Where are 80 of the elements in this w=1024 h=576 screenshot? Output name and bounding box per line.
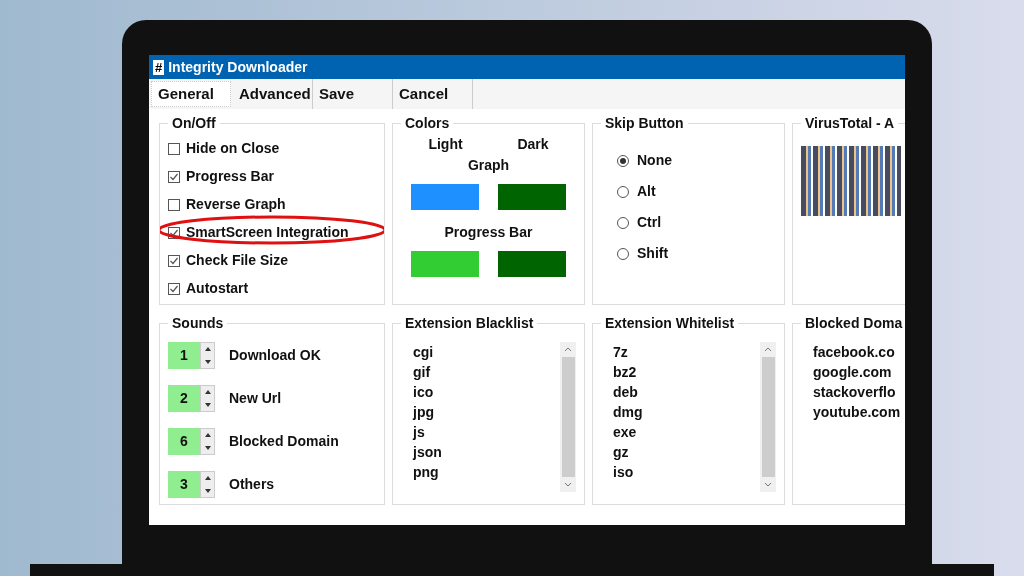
group-title: Sounds	[171, 314, 225, 333]
checkbox[interactable]	[168, 198, 180, 211]
list-item[interactable]: cgi	[413, 342, 560, 362]
list-item[interactable]: jpg	[413, 402, 560, 422]
scroll-up-icon[interactable]	[564, 347, 572, 352]
color-group-label: Graph	[467, 156, 510, 175]
color-swatch[interactable]	[410, 184, 479, 210]
spin-up-icon[interactable]	[204, 347, 211, 352]
list-item[interactable]: exe	[613, 422, 760, 442]
radio-label[interactable]: Shift	[637, 243, 669, 264]
group-title: Extension Whitelist	[604, 314, 736, 333]
scroll-down-icon[interactable]	[564, 482, 572, 487]
list-item[interactable]: js	[413, 422, 560, 442]
spinner-value: 2	[179, 389, 189, 408]
tab[interactable]: Cancel	[393, 79, 473, 109]
app-icon: #	[153, 59, 165, 75]
list-item[interactable]: youtube.com	[813, 402, 905, 422]
list-item[interactable]: gif	[413, 362, 560, 382]
spin-down-icon[interactable]	[204, 488, 211, 493]
checkbox-label[interactable]: Autostart	[186, 278, 249, 299]
group-title: Skip Button	[604, 114, 685, 133]
window-title: Integrity Downloader	[168, 57, 308, 77]
number-spinner[interactable]: 3	[168, 471, 215, 498]
list-item[interactable]: facebook.co	[813, 342, 905, 362]
tab[interactable]: Save	[313, 79, 393, 109]
group-title: Blocked Doma	[804, 314, 904, 333]
sound-label: New Url	[229, 389, 282, 408]
number-spinner[interactable]: 6	[168, 428, 215, 455]
list-item[interactable]: bz2	[613, 362, 760, 382]
list-item[interactable]: json	[413, 442, 560, 462]
scroll-up-icon[interactable]	[764, 347, 772, 352]
list-item[interactable]: png	[413, 462, 560, 482]
checkbox-label[interactable]: Progress Bar	[186, 166, 274, 187]
group-title: Extension Blacklist	[404, 314, 535, 333]
color-swatch[interactable]	[498, 184, 567, 210]
list-item[interactable]: deb	[613, 382, 760, 402]
radio-label[interactable]: Alt	[637, 181, 656, 202]
radio-label[interactable]: None	[637, 150, 672, 171]
color-swatch[interactable]	[498, 251, 567, 277]
tab[interactable]: General	[151, 81, 231, 107]
list-item[interactable]: gz	[613, 442, 760, 462]
group-title: On/Off	[171, 114, 217, 133]
spin-down-icon[interactable]	[204, 445, 211, 450]
list-item[interactable]: ico	[413, 382, 560, 402]
column-label: Light	[428, 135, 463, 154]
spin-up-icon[interactable]	[204, 433, 211, 438]
spin-down-icon[interactable]	[204, 359, 211, 364]
sound-label: Blocked Domain	[229, 432, 339, 451]
radio-label[interactable]: Ctrl	[637, 212, 662, 233]
column-label: Dark	[517, 135, 549, 154]
number-spinner[interactable]: 2	[168, 385, 215, 412]
spinner-value: 3	[179, 475, 189, 494]
checkbox-label[interactable]: Hide on Close	[186, 138, 280, 159]
color-swatch[interactable]	[410, 251, 479, 277]
scrollbar[interactable]	[560, 342, 576, 492]
list-item[interactable]: stackoverflo	[813, 382, 905, 402]
sound-label: Download OK	[229, 346, 321, 365]
spinner-value: 1	[179, 346, 189, 365]
color-group-label: Progress Bar	[444, 223, 533, 242]
tab[interactable]: Advanced	[233, 79, 313, 109]
checked-checkbox[interactable]	[168, 282, 180, 295]
list-item[interactable]: dmg	[613, 402, 760, 422]
list-item[interactable]: google.com	[813, 362, 905, 382]
list-item[interactable]: iso	[613, 462, 760, 482]
list-item[interactable]: 7z	[613, 342, 760, 362]
group-title: Colors	[404, 114, 451, 133]
checkbox-label[interactable]: Reverse Graph	[186, 194, 286, 215]
spinner-value: 6	[179, 432, 189, 451]
scroll-down-icon[interactable]	[764, 482, 772, 487]
group-title: VirusTotal - A	[804, 114, 896, 133]
spin-down-icon[interactable]	[204, 402, 211, 407]
spin-up-icon[interactable]	[204, 390, 211, 395]
spin-up-icon[interactable]	[204, 476, 211, 481]
sound-label: Others	[229, 475, 275, 494]
scrollbar[interactable]	[760, 342, 776, 492]
number-spinner[interactable]: 1	[168, 342, 215, 369]
checkbox-label[interactable]: Check File Size	[186, 250, 288, 271]
checked-checkbox[interactable]	[168, 254, 180, 267]
checkbox[interactable]	[168, 142, 180, 155]
checked-checkbox[interactable]	[168, 170, 180, 183]
